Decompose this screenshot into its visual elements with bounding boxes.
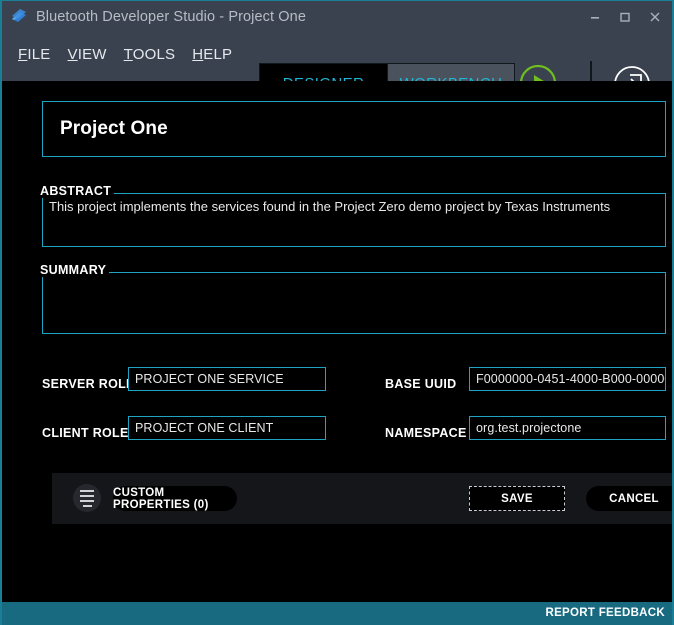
- menu-item-file[interactable]: FILE: [18, 46, 51, 63]
- base-uuid-input[interactable]: F0000000-0451-4000-B000-000000000000: [469, 367, 666, 391]
- server-role-input[interactable]: PROJECT ONE SERVICE: [128, 367, 326, 391]
- client-role-value: PROJECT ONE CLIENT: [135, 421, 274, 435]
- menu-label-file: ILE: [27, 46, 51, 63]
- cancel-button[interactable]: CANCEL: [586, 486, 672, 511]
- namespace-label: NAMESPACE: [385, 426, 467, 440]
- close-icon[interactable]: [640, 3, 670, 31]
- server-role-value: PROJECT ONE SERVICE: [135, 372, 284, 386]
- bluetooth-logo-icon: [10, 8, 28, 26]
- namespace-value: org.test.projectone: [476, 421, 582, 435]
- hamburger-line: [80, 494, 94, 497]
- window-controls: [580, 1, 670, 32]
- abstract-label: ABSTRACT: [40, 184, 115, 198]
- abstract-value: This project implements the services fou…: [49, 199, 611, 214]
- menu-item-view[interactable]: VIEW: [68, 46, 107, 63]
- menu-toolbar: FILE VIEW TOOLS HELP DESIGNER WORKBENCH: [2, 32, 672, 113]
- menu-item-help[interactable]: HELP: [192, 46, 232, 63]
- project-name-field[interactable]: Project One: [42, 101, 666, 157]
- menu-label-help: ELP: [203, 46, 233, 63]
- hamburger-line: [80, 489, 94, 492]
- menu-accel-help: H: [192, 46, 204, 63]
- action-bar: CUSTOM PROPERTIES (0) SAVE CANCEL: [52, 473, 672, 524]
- content-area: Project One ABSTRACT This project implem…: [4, 81, 672, 603]
- save-button[interactable]: SAVE: [469, 486, 565, 511]
- menu-label-tools: OOLS: [132, 46, 176, 63]
- hamburger-line: [82, 504, 92, 507]
- menu-accel-tools: T: [123, 46, 133, 63]
- menu-accel-view: V: [67, 46, 78, 63]
- app-window: Bluetooth Developer Studio - Project One…: [0, 0, 674, 625]
- hamburger-icon[interactable]: [73, 484, 101, 512]
- project-name-value: Project One: [60, 118, 168, 139]
- report-feedback-link[interactable]: REPORT FEEDBACK: [545, 607, 665, 619]
- status-bar: REPORT FEEDBACK: [2, 602, 672, 625]
- menu-accel-file: F: [18, 46, 28, 63]
- custom-properties-button[interactable]: CUSTOM PROPERTIES (0): [113, 486, 237, 511]
- window-title: Bluetooth Developer Studio - Project One: [36, 8, 306, 25]
- minimize-icon[interactable]: [580, 3, 610, 31]
- client-role-label: CLIENT ROLE: [42, 426, 129, 440]
- menubar: FILE VIEW TOOLS HELP: [18, 46, 232, 63]
- base-uuid-label: BASE UUID: [385, 377, 457, 391]
- summary-label: SUMMARY: [40, 263, 110, 277]
- hamburger-line: [80, 499, 94, 502]
- base-uuid-value: F0000000-0451-4000-B000-000000000000: [476, 372, 665, 386]
- abstract-field[interactable]: This project implements the services fou…: [42, 193, 666, 247]
- client-role-input[interactable]: PROJECT ONE CLIENT: [128, 416, 326, 440]
- titlebar: Bluetooth Developer Studio - Project One: [2, 1, 672, 32]
- summary-field[interactable]: [42, 272, 666, 334]
- project-form-panel: Project One ABSTRACT This project implem…: [28, 90, 672, 524]
- menu-item-tools[interactable]: TOOLS: [124, 46, 176, 63]
- maximize-icon[interactable]: [610, 3, 640, 31]
- menu-label-view: IEW: [77, 46, 107, 63]
- server-role-label: SERVER ROLE: [42, 377, 135, 391]
- namespace-input[interactable]: org.test.projectone: [469, 416, 666, 440]
